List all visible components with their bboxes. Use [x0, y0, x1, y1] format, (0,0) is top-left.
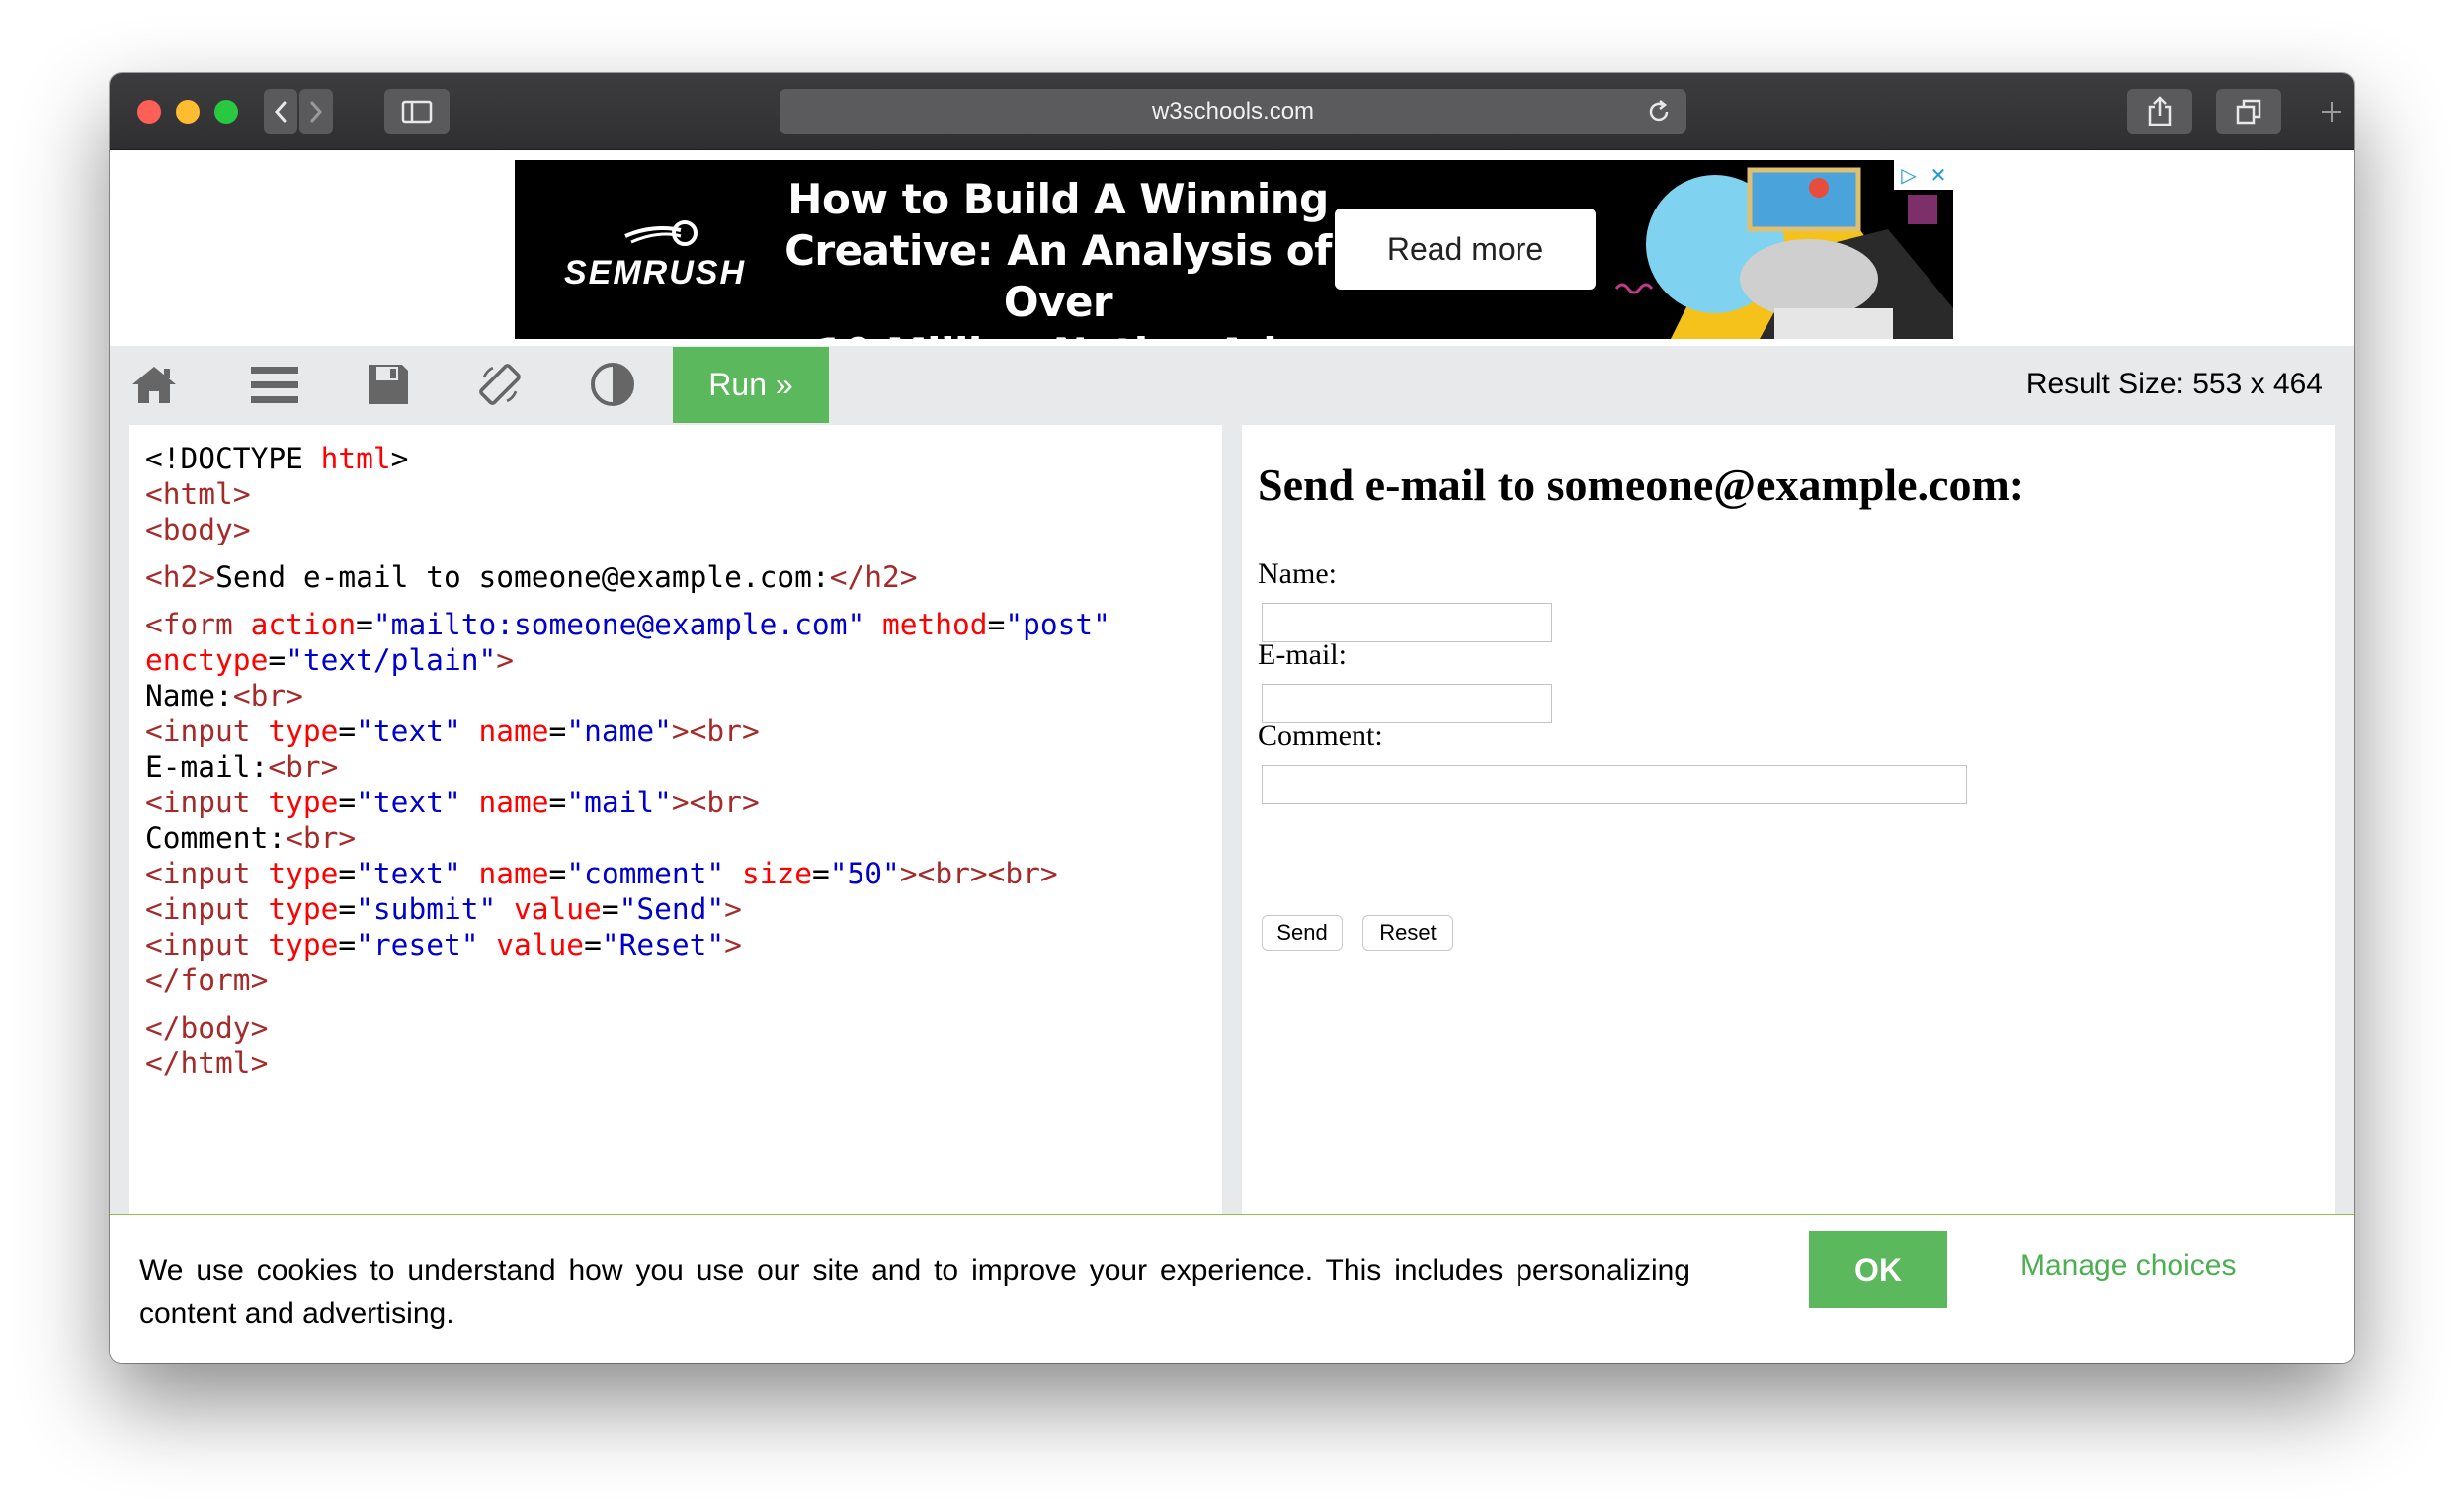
zoom-window-button[interactable] — [214, 100, 238, 124]
home-icon[interactable] — [129, 360, 179, 409]
code-line[interactable]: <input type="submit" value="Send"> — [145, 891, 1110, 927]
chevron-left-icon — [274, 101, 287, 123]
code-line[interactable]: enctype="text/plain"> — [145, 642, 1110, 678]
code-line[interactable]: </html> — [145, 1046, 1110, 1081]
browser-window: w3schools.com SEMRUSH How to Build A Win… — [110, 73, 2354, 1363]
address-bar[interactable]: w3schools.com — [780, 89, 1686, 134]
tabs-overview-button[interactable] — [2216, 89, 2281, 134]
code-line[interactable] — [145, 547, 1110, 559]
ad-headline: How to Build A Winning Creative: An Anal… — [762, 174, 1355, 339]
sidebar-icon — [401, 100, 433, 124]
menu-icon[interactable] — [250, 360, 299, 409]
cookie-banner: We use cookies to understand how you use… — [110, 1214, 2354, 1363]
ad-headline-line-2: Creative: An Analysis of Over — [784, 226, 1332, 326]
code-line[interactable]: E-mail:<br> — [145, 749, 1110, 785]
minimize-window-button[interactable] — [176, 100, 200, 124]
ad-info-icon[interactable]: ▷ — [1894, 160, 1924, 190]
ad-headline-line-3: 10 Million Native Ads — [762, 328, 1355, 339]
code-line[interactable]: Name:<br> — [145, 678, 1110, 713]
code-line[interactable]: Comment:<br> — [145, 820, 1110, 856]
editor-toolbar: Run » Result Size: 553 x 464 — [110, 346, 2354, 423]
code-text[interactable]: <!DOCTYPE html> <html> <body> <h2>Send e-ma… — [145, 441, 1110, 1081]
reload-icon[interactable] — [1645, 98, 1673, 132]
send-button[interactable]: Send — [1262, 915, 1343, 951]
email-input[interactable] — [1262, 684, 1552, 723]
save-icon[interactable] — [364, 360, 413, 409]
code-line[interactable]: <input type="text" name="comment" size="… — [145, 856, 1110, 891]
result-heading: Send e-mail to someone@example.com: — [1258, 460, 2025, 510]
reset-button[interactable]: Reset — [1362, 915, 1453, 951]
name-label: Name: — [1258, 557, 1337, 590]
code-line[interactable] — [145, 595, 1110, 607]
code-line[interactable]: <input type="text" name="mail"><br> — [145, 785, 1110, 820]
code-line[interactable]: <html> — [145, 476, 1110, 512]
result-size-label: Result Size: 553 x 464 — [2025, 368, 2323, 400]
cookie-text: We use cookies to understand how you use… — [139, 1254, 1690, 1330]
result-pane: Send e-mail to someone@example.com: Name… — [1242, 425, 2335, 1215]
share-button[interactable] — [2127, 89, 2192, 134]
comment-input[interactable] — [1262, 765, 1967, 804]
code-line[interactable]: <input type="text" name="name"><br> — [145, 713, 1110, 749]
forward-button[interactable] — [299, 89, 333, 134]
semrush-logo-icon — [624, 220, 698, 246]
advertisement-banner[interactable]: SEMRUSH How to Build A Winning Creative:… — [515, 160, 1953, 339]
code-line[interactable]: </body> — [145, 1010, 1110, 1046]
code-line[interactable] — [145, 998, 1110, 1010]
code-editor[interactable]: <!DOCTYPE html> <html> <body> <h2>Send e-ma… — [129, 425, 1222, 1215]
name-input[interactable] — [1262, 603, 1552, 642]
comment-label: Comment: — [1258, 719, 1383, 752]
email-label: E-mail: — [1258, 638, 1347, 671]
code-line[interactable]: <!DOCTYPE html> — [145, 441, 1110, 476]
cookie-ok-button[interactable]: OK — [1809, 1231, 1947, 1308]
ad-choices[interactable]: ▷ ✕ — [1894, 160, 1953, 190]
code-line[interactable]: <form action="mailto:someone@example.com… — [145, 607, 1110, 642]
rotate-layout-icon[interactable] — [475, 360, 525, 409]
ad-read-more-button[interactable]: Read more — [1335, 209, 1596, 290]
url-text: w3schools.com — [1151, 98, 1315, 125]
run-button[interactable]: Run » — [673, 347, 829, 423]
back-button[interactable] — [264, 89, 297, 134]
contrast-icon[interactable] — [588, 360, 637, 409]
code-line[interactable]: </form> — [145, 963, 1110, 998]
close-window-button[interactable] — [137, 100, 161, 124]
plus-icon — [2322, 102, 2341, 122]
ad-brand: SEMRUSH — [564, 254, 747, 292]
code-line[interactable]: <body> — [145, 512, 1110, 547]
sidebar-toggle-button[interactable] — [384, 89, 450, 134]
new-tab-button[interactable] — [2309, 89, 2354, 134]
ad-close-icon[interactable]: ✕ — [1924, 160, 1953, 190]
tabs-icon — [2236, 99, 2261, 125]
code-line[interactable]: <h2>Send e-mail to someone@example.com:<… — [145, 559, 1110, 595]
ad-headline-line-1: How to Build A Winning — [787, 175, 1329, 223]
manage-choices-link[interactable]: Manage choices — [2020, 1249, 2236, 1283]
chevron-right-icon — [310, 101, 323, 123]
share-icon — [2148, 96, 2172, 126]
code-line[interactable]: <input type="reset" value="Reset"> — [145, 927, 1110, 963]
title-bar: w3schools.com — [110, 73, 2354, 150]
